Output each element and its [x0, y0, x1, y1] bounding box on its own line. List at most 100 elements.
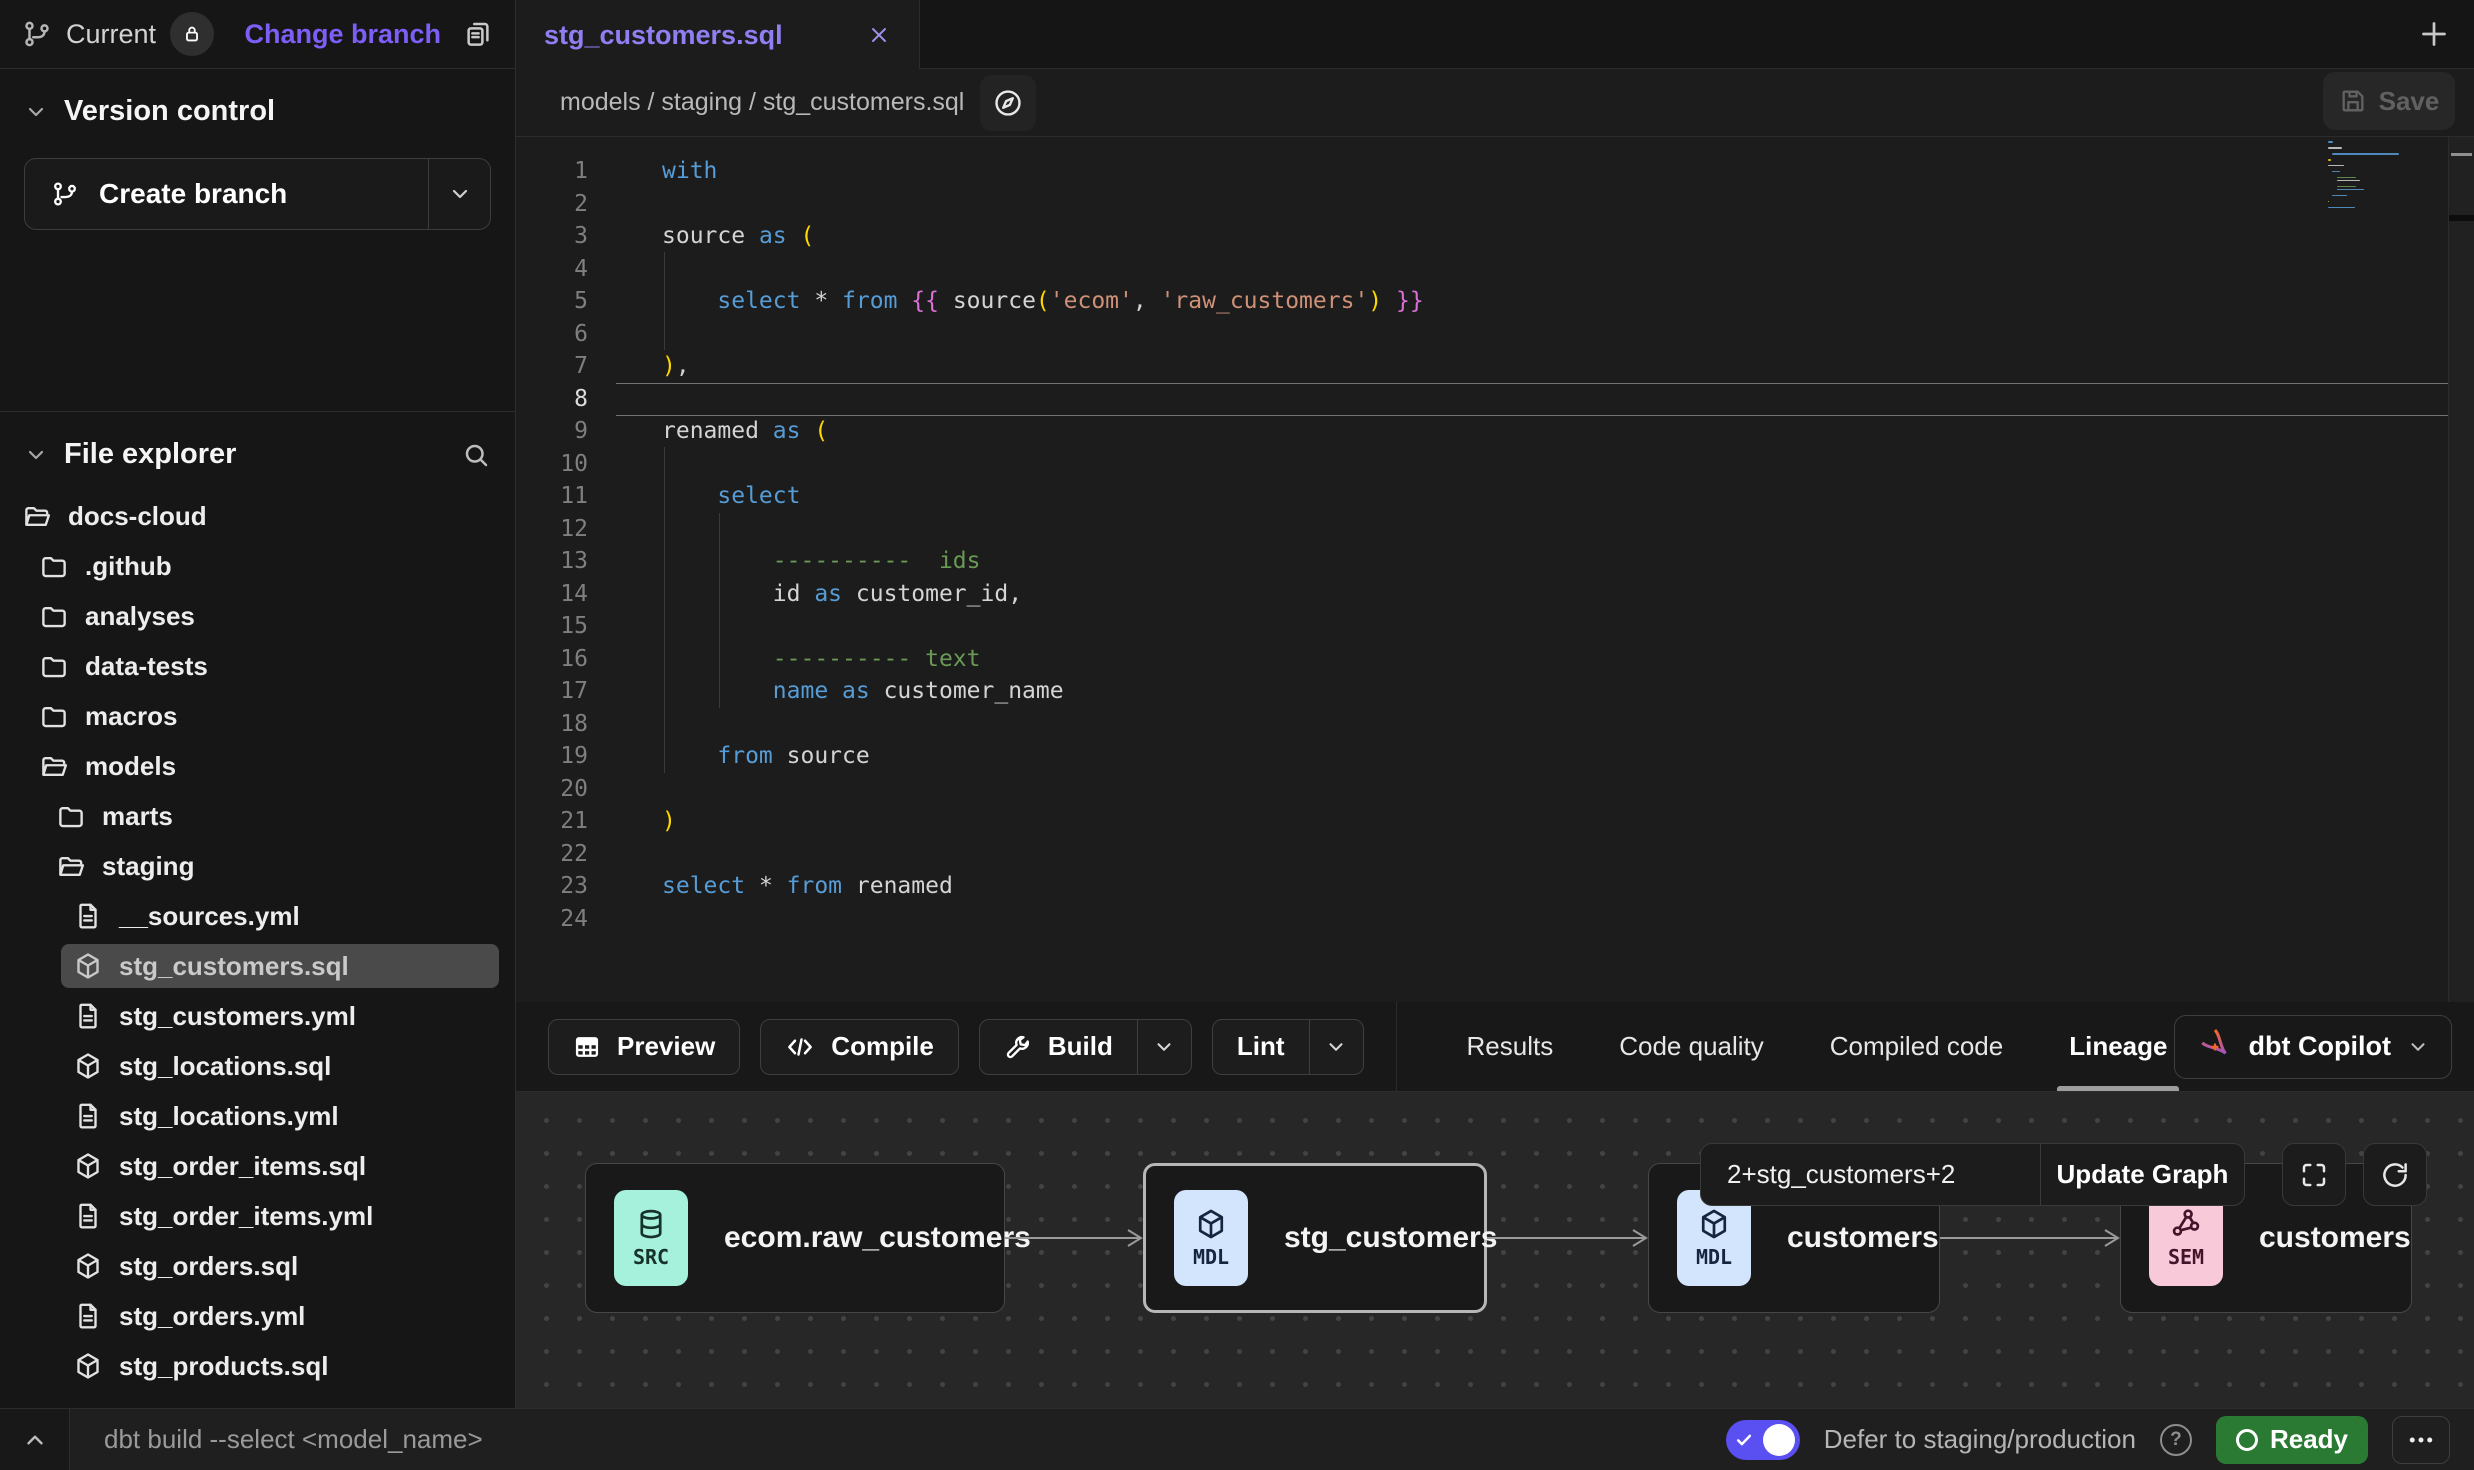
lint-button[interactable]: Lint: [1213, 1020, 1309, 1074]
lineage-selector-input[interactable]: 2+stg_customers+2: [1701, 1144, 2040, 1205]
lineage-node-ecom-raw-customers[interactable]: SRCecom.raw_customers: [585, 1163, 1005, 1313]
code-line-18[interactable]: 18: [516, 708, 2448, 741]
file-tree-item-marts[interactable]: marts: [0, 791, 515, 841]
lint-menu-button[interactable]: [1309, 1020, 1363, 1074]
code-line-9[interactable]: 9renamed as (: [516, 415, 2448, 448]
compile-button[interactable]: Compile: [761, 1020, 958, 1074]
code-line-11[interactable]: 11 select: [516, 480, 2448, 513]
file-tree-item-models[interactable]: models: [0, 741, 515, 791]
build-menu-button[interactable]: [1137, 1020, 1191, 1074]
model-icon: [73, 1251, 103, 1281]
create-branch-menu-button[interactable]: [428, 159, 490, 229]
node-label: customers: [2259, 1221, 2411, 1255]
minimap-line: [2328, 150, 2440, 152]
file-tree-item-stg-order-items-yml[interactable]: stg_order_items.yml: [0, 1191, 515, 1241]
help-icon[interactable]: ?: [2160, 1424, 2192, 1456]
build-button[interactable]: Build: [980, 1020, 1137, 1074]
tab-compiled-code[interactable]: Compiled code: [1830, 1002, 2003, 1091]
code-line-10[interactable]: 10: [516, 448, 2448, 481]
version-control-header[interactable]: Version control: [0, 69, 515, 128]
preview-button[interactable]: Preview: [549, 1020, 739, 1074]
tab-code-quality[interactable]: Code quality: [1619, 1002, 1764, 1091]
code-line-24[interactable]: 24: [516, 903, 2448, 936]
copilot-compass-button[interactable]: [980, 75, 1036, 131]
line-number: 11: [516, 483, 612, 509]
code-line-23[interactable]: 23select * from renamed: [516, 870, 2448, 903]
code-line-text: ---------- ids: [612, 548, 981, 574]
tab-results[interactable]: Results: [1467, 1002, 1554, 1091]
dbt-copilot-button[interactable]: dbt Copilot: [2174, 1015, 2452, 1079]
file-tree-item-stg-locations-sql[interactable]: stg_locations.sql: [0, 1041, 515, 1091]
file-tree-item-analyses[interactable]: analyses: [0, 591, 515, 641]
save-button[interactable]: Save: [2323, 72, 2455, 130]
version-control-section: Version control Create branch: [0, 69, 515, 412]
tab-stg-customers-sql[interactable]: stg_customers.sql: [516, 0, 920, 70]
code-line-21[interactable]: 21): [516, 805, 2448, 838]
file-explorer-header[interactable]: File explorer: [0, 412, 515, 471]
version-control-title: Version control: [64, 95, 275, 128]
change-branch-link[interactable]: Change branch: [244, 19, 441, 50]
file-tree-item-stg-customers-yml[interactable]: stg_customers.yml: [0, 991, 515, 1041]
lineage-node-stg-customers[interactable]: MDLstg_customers: [1143, 1163, 1487, 1313]
code-line-16[interactable]: 16 ---------- text: [516, 643, 2448, 676]
file-tree-item-stg-order-items-sql[interactable]: stg_order_items.sql: [0, 1141, 515, 1191]
code-line-20[interactable]: 20: [516, 773, 2448, 806]
update-graph-button[interactable]: Update Graph: [2040, 1144, 2244, 1205]
code-line-13[interactable]: 13 ---------- ids: [516, 545, 2448, 578]
file-tree-item--github[interactable]: .github: [0, 541, 515, 591]
refresh-button[interactable]: [2363, 1143, 2427, 1206]
code-line-4[interactable]: 4: [516, 253, 2448, 286]
file-tree-item-data-tests[interactable]: data-tests: [0, 641, 515, 691]
search-icon[interactable]: [461, 440, 491, 470]
code-line-6[interactable]: 6: [516, 318, 2448, 351]
node-badge-label: MDL: [1193, 1245, 1229, 1269]
file-tree-item-stg-customers-sql[interactable]: stg_customers.sql: [0, 941, 515, 991]
editor-scrollbar[interactable]: [2448, 137, 2474, 1002]
file-tree-item-stg-products-sql[interactable]: stg_products.sql: [0, 1341, 515, 1391]
code-line-1[interactable]: 1with: [516, 155, 2448, 188]
tab-lineage[interactable]: Lineage: [2069, 1002, 2167, 1091]
more-options-button[interactable]: [2392, 1416, 2450, 1464]
fullscreen-button[interactable]: [2282, 1143, 2346, 1206]
code-line-8[interactable]: 8: [516, 383, 2448, 416]
code-line-7[interactable]: 7),: [516, 350, 2448, 383]
file-tree-item-macros[interactable]: macros: [0, 691, 515, 741]
expand-command-button[interactable]: [0, 1409, 70, 1470]
line-number: 19: [516, 743, 612, 769]
minimap-line: [2332, 171, 2340, 173]
file-tree-item--sources-yml[interactable]: __sources.yml: [0, 891, 515, 941]
create-branch-button[interactable]: Create branch: [25, 159, 428, 229]
node-label: customers: [1787, 1221, 1939, 1255]
status-ready-badge[interactable]: Ready: [2216, 1416, 2368, 1464]
scrollbar-thumb[interactable]: [2449, 215, 2474, 221]
code-line-15[interactable]: 15: [516, 610, 2448, 643]
file-tree-item-staging[interactable]: staging: [0, 841, 515, 891]
folder-icon: [39, 701, 69, 731]
defer-toggle[interactable]: [1726, 1420, 1800, 1460]
command-input[interactable]: dbt build --select <model_name>: [70, 1409, 1702, 1470]
minimap[interactable]: [2328, 141, 2440, 213]
line-number: 4: [516, 256, 612, 282]
new-tab-button[interactable]: [2416, 16, 2452, 52]
lock-icon: [181, 23, 203, 45]
file-tree-item-docs-cloud[interactable]: docs-cloud: [0, 491, 515, 541]
code-line-2[interactable]: 2: [516, 188, 2448, 221]
code-line-5[interactable]: 5 select * from {{ source('ecom', 'raw_c…: [516, 285, 2448, 318]
lineage-canvas[interactable]: 2+stg_customers+2 Update Graph SRCecom.r…: [516, 1092, 2474, 1408]
code-line-19[interactable]: 19 from source: [516, 740, 2448, 773]
preview-button-group: Preview: [548, 1019, 740, 1075]
file-tree-item-stg-orders-sql[interactable]: stg_orders.sql: [0, 1241, 515, 1291]
file-tree-item-stg-orders-yml[interactable]: stg_orders.yml: [0, 1291, 515, 1341]
build-label: Build: [1048, 1031, 1113, 1062]
minimap-line: [2337, 177, 2357, 179]
code-line-3[interactable]: 3source as (: [516, 220, 2448, 253]
code-editor[interactable]: 1with23source as ( 4 5 select * from {{ so…: [516, 137, 2474, 1002]
close-icon[interactable]: [867, 23, 891, 47]
file-tree-item-stg-locations-yml[interactable]: stg_locations.yml: [0, 1091, 515, 1141]
code-line-22[interactable]: 22: [516, 838, 2448, 871]
code-line-17[interactable]: 17 name as customer_name: [516, 675, 2448, 708]
copy-icon[interactable]: [463, 19, 493, 49]
code-line-12[interactable]: 12: [516, 513, 2448, 546]
model-icon: [73, 951, 103, 981]
code-line-14[interactable]: 14 id as customer_id,: [516, 578, 2448, 611]
